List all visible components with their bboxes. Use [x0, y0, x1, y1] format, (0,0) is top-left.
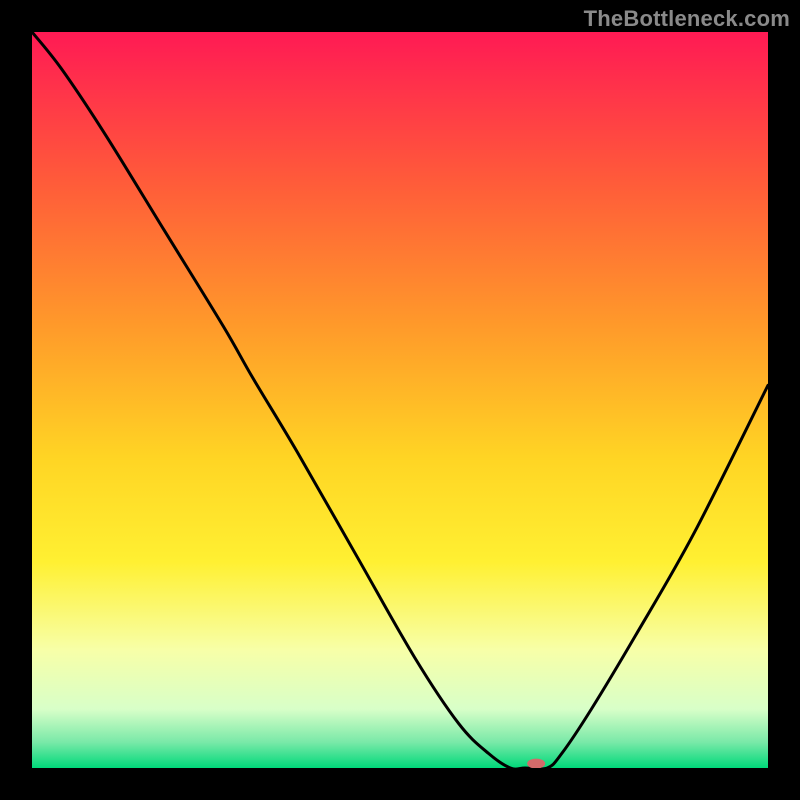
plot-area	[32, 32, 768, 768]
chart-svg	[32, 32, 768, 768]
chart-container: TheBottleneck.com	[0, 0, 800, 800]
gradient-background	[32, 32, 768, 768]
watermark-text: TheBottleneck.com	[584, 6, 790, 32]
